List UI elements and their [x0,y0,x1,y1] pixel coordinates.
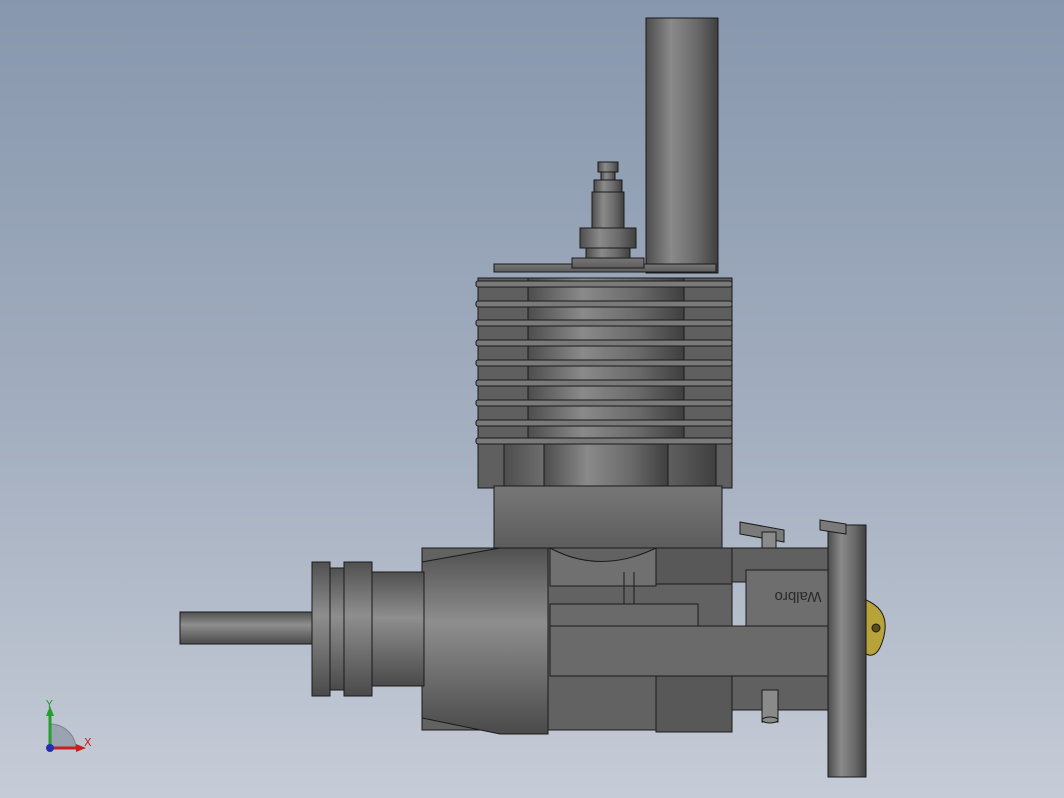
walbro-label: Walbro [775,588,822,605]
cooling-fins [475,280,733,445]
orientation-triad [46,706,86,752]
x-axis-label: X [84,736,92,749]
mounting-plate [827,524,867,778]
engine-model[interactable]: Walbro Y X [0,0,1064,798]
graphics-viewport[interactable]: Walbro Y X [0,0,1064,798]
cylinder-barrel [493,443,723,551]
prop-hub [179,561,425,697]
fuel-fitting [865,599,886,656]
exhaust-pipe [645,17,719,274]
spark-plug [579,161,637,263]
y-axis-label: Y [45,698,53,711]
